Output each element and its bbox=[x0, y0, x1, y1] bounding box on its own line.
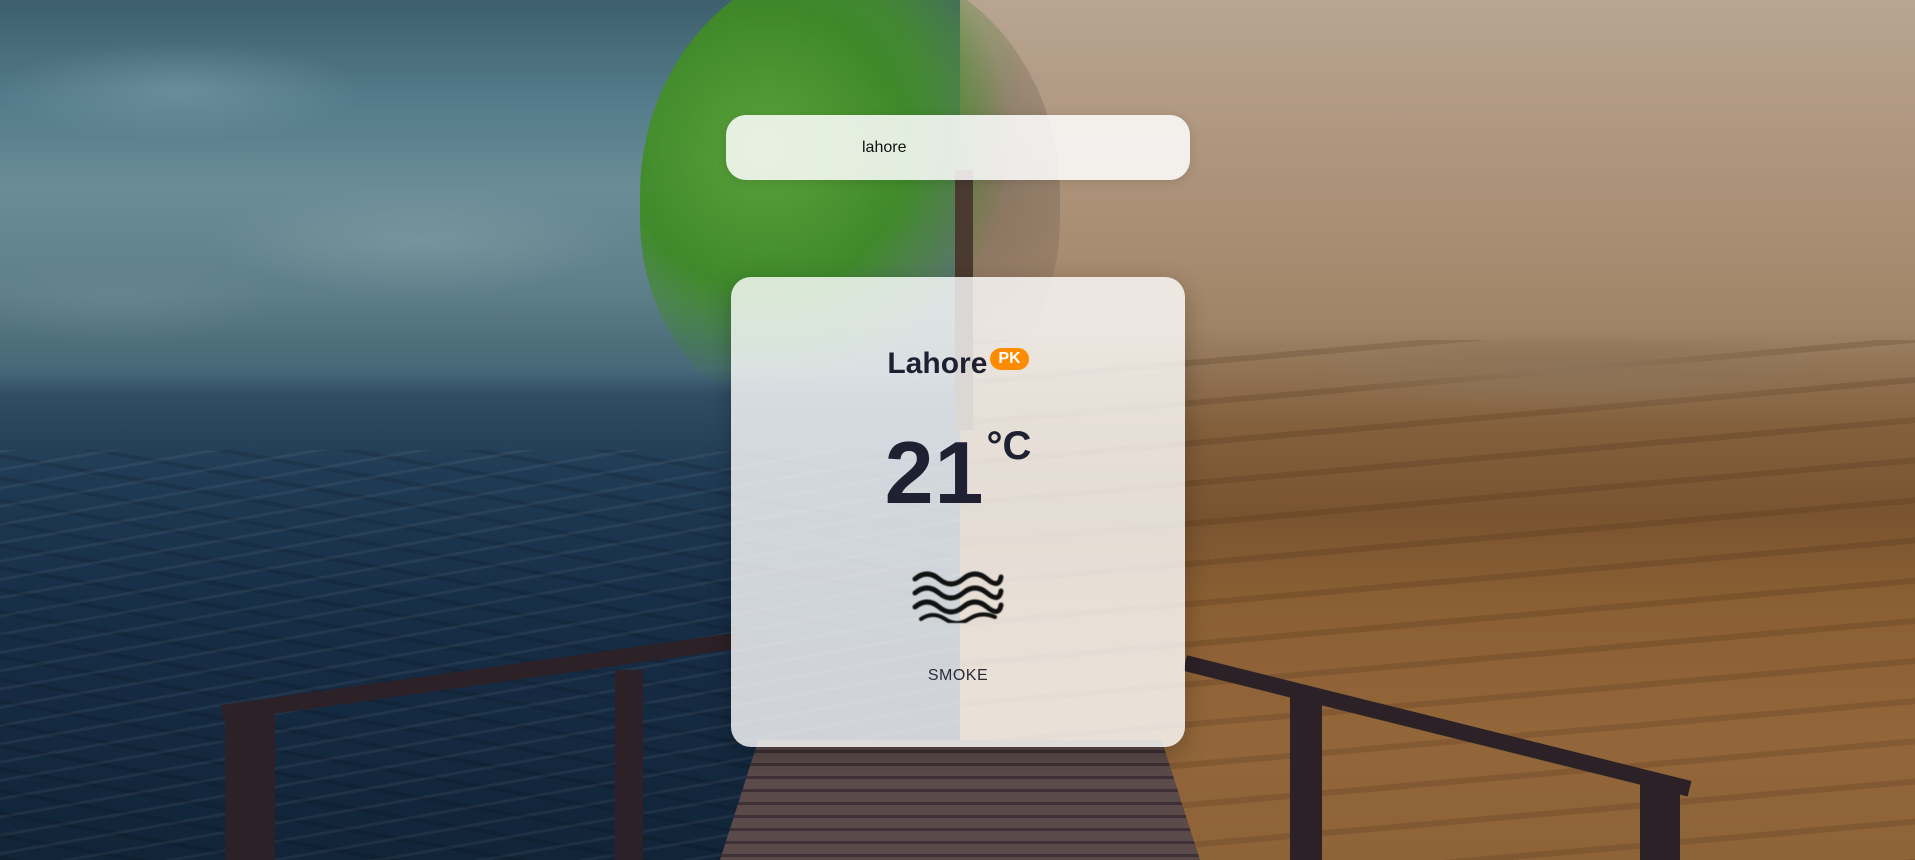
city-header: Lahore PK bbox=[731, 347, 1185, 381]
temperature-unit: °C bbox=[986, 424, 1032, 468]
background-railing-post-right bbox=[1290, 690, 1322, 860]
weather-card: Lahore PK 21°C SMOKE bbox=[731, 277, 1185, 747]
temperature-display: 21°C bbox=[731, 424, 1185, 517]
search-box bbox=[726, 115, 1190, 180]
background-railing-post-left bbox=[225, 710, 275, 860]
temperature-value: 21 bbox=[884, 423, 985, 522]
background-railing-post-right-2 bbox=[1640, 780, 1680, 860]
city-name: Lahore bbox=[887, 347, 988, 380]
background-railing-post-left-2 bbox=[615, 670, 643, 860]
background-boardwalk bbox=[720, 740, 1200, 860]
haze-waves-icon bbox=[912, 571, 1004, 623]
search-input[interactable] bbox=[860, 133, 1164, 163]
weather-condition: SMOKE bbox=[927, 667, 989, 684]
app-root: LahorePK 21°C SMOKE bbox=[0, 0, 1915, 860]
country-badge: PK bbox=[990, 348, 1029, 370]
